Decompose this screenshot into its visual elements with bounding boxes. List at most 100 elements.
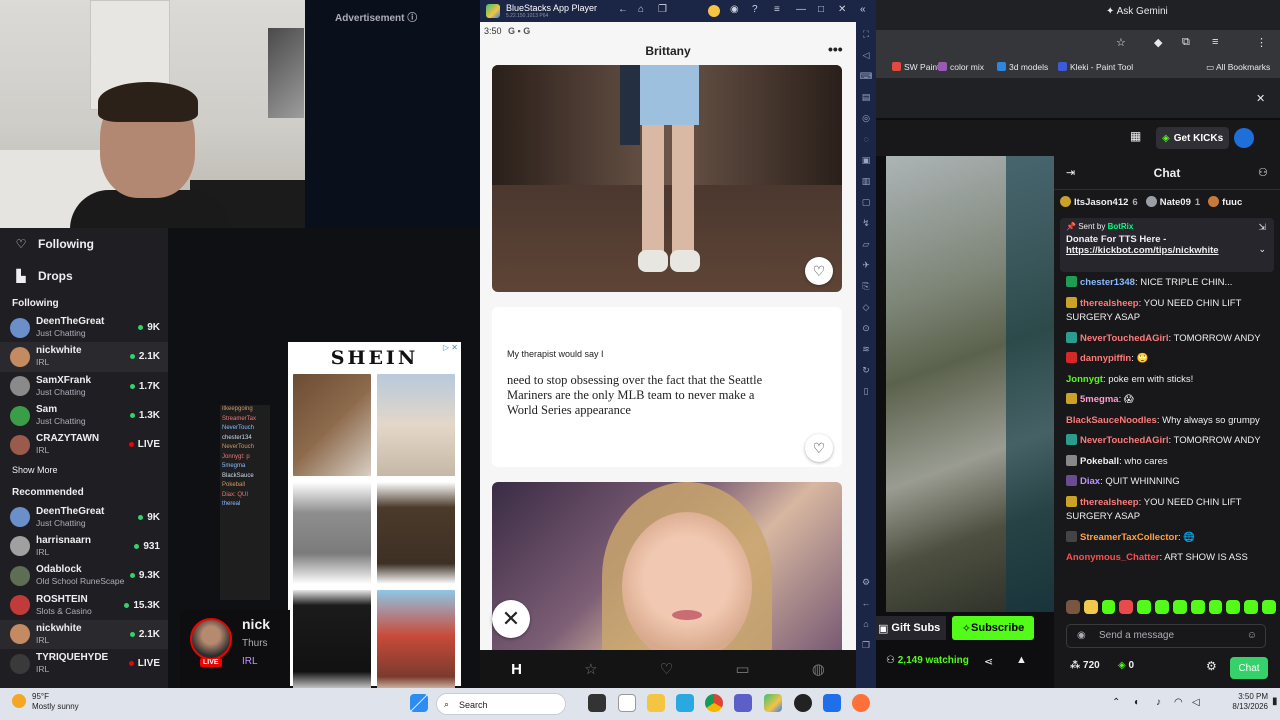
chat-settings-icon[interactable]: ⚙ [1206, 659, 1217, 673]
channel-row[interactable]: nickwhite IRL 2.1K [0, 619, 168, 649]
channel-row[interactable]: Sam Just Chatting 1.3K [0, 401, 168, 430]
subscribe-button[interactable]: ✧ Subscribe [952, 616, 1034, 640]
emote[interactable] [1101, 600, 1116, 614]
microphone-icon[interactable]: ♪ [1156, 697, 1161, 708]
recents-icon[interactable]: ❐ [862, 639, 870, 651]
chat-username[interactable]: therealsheep [1080, 497, 1139, 508]
bookmark-item[interactable]: SW Paint [892, 62, 939, 72]
pinned-sender[interactable]: BotRix [1108, 222, 1134, 231]
like-photo-button[interactable]: ♡ [805, 257, 833, 285]
sidebar-icon[interactable]: ▯ [864, 385, 869, 397]
leaderboard-entry[interactable]: Nate09 1 [1145, 196, 1200, 208]
nav-drops[interactable]: ▙ Drops [0, 260, 168, 292]
firefox-icon[interactable] [852, 694, 870, 712]
notification-icon[interactable]: ▮ [1272, 696, 1278, 707]
emote[interactable] [1190, 600, 1205, 614]
volume-tray-icon[interactable]: ◁ [1192, 697, 1200, 708]
stream-category[interactable]: IRL [242, 656, 258, 667]
weather-widget[interactable]: 95°F Mostly sunny [12, 692, 79, 712]
nav-standouts-icon[interactable]: ☆ [584, 660, 597, 678]
ad-product-shirt[interactable] [293, 590, 371, 692]
emote[interactable] [1226, 600, 1241, 614]
file-explorer-icon[interactable] [647, 694, 665, 712]
emote[interactable] [1066, 600, 1080, 614]
chat-username[interactable]: NeverTouchedAGirl [1080, 333, 1169, 344]
channel-row[interactable]: Odablock Old School RuneScape 9.3K [0, 561, 168, 590]
ad-product-belt[interactable] [293, 374, 371, 476]
location-icon[interactable]: ⊙ [862, 322, 870, 334]
notes-icon[interactable] [734, 694, 752, 712]
emote[interactable] [1172, 600, 1187, 614]
home-icon[interactable]: ⌂ [638, 4, 644, 15]
emote[interactable] [1137, 600, 1152, 614]
wifi-icon[interactable]: ◠ [1174, 697, 1183, 708]
streamer-name[interactable]: nick [242, 616, 270, 632]
channel-row[interactable]: SamXFrank Just Chatting 1.7K [0, 372, 168, 401]
emote[interactable] [1155, 600, 1169, 614]
emote[interactable] [1244, 600, 1259, 614]
expand-chevron-icon[interactable]: ⌄ [1258, 244, 1266, 255]
collapse-sidebar-icon[interactable]: « [860, 4, 866, 15]
streamer-avatar[interactable] [190, 618, 232, 660]
extension-icon[interactable]: ◆ [1154, 36, 1162, 49]
kicks-display[interactable]: ◈ 0 [1118, 660, 1134, 671]
channel-row[interactable]: TYRIQUEHYDE IRL LIVE [0, 649, 168, 678]
address-bar[interactable]: ☆ ◆ ⧉ ≡ ⋮ [876, 30, 1280, 56]
bluestacks-taskbar-icon[interactable] [764, 694, 782, 712]
settings-icon[interactable]: ⚙ [862, 576, 870, 588]
profile-photo-2[interactable] [492, 482, 842, 672]
send-chat-button[interactable]: Chat [1230, 657, 1268, 679]
profile-photo-1[interactable]: ♡ [492, 65, 842, 292]
eco-icon[interactable]: ◇ [863, 301, 870, 313]
show-more-link[interactable]: Show More [0, 459, 168, 481]
airplane-icon[interactable]: ✈ [862, 259, 870, 271]
obs-icon[interactable] [794, 694, 812, 712]
channel-row[interactable]: DeenTheGreat Just Chatting 9K [0, 313, 168, 342]
gamepad-icon[interactable]: ▤ [862, 91, 871, 103]
nav-following[interactable]: ♡ Following [0, 228, 168, 260]
ask-gemini-button[interactable]: ✦ Ask Gemini [1106, 6, 1168, 17]
keyboard-icon[interactable]: ⌨ [860, 70, 873, 82]
emoji-icon[interactable]: ☺ [1247, 630, 1257, 641]
like-prompt-button[interactable]: ♡ [805, 434, 833, 462]
pinned-link[interactable]: https://kickbot.com/tips/nickwhite [1066, 245, 1268, 256]
close-icon[interactable]: ✕ [838, 4, 846, 15]
chrome-icon[interactable] [705, 694, 723, 712]
bookmark-item[interactable]: Kleki - Paint Tool [1058, 62, 1133, 72]
channel-row[interactable]: ROSHTEIN Slots & Casino 15.3K [0, 590, 168, 619]
ad-product-swimwear[interactable] [377, 374, 455, 476]
chat-username[interactable]: Diax [1080, 476, 1100, 487]
emote[interactable] [1083, 600, 1098, 614]
fullscreen-icon[interactable]: ⛶ [863, 28, 869, 40]
layout-icon[interactable]: ▦ [1130, 129, 1141, 143]
gift-subs-button[interactable]: ▣ Gift Subs [876, 616, 946, 640]
skip-profile-button[interactable]: ✕ [492, 600, 530, 638]
ad-close-icon[interactable]: ▷ ✕ [443, 343, 458, 352]
emote[interactable] [1262, 600, 1276, 614]
ad-product-outfit[interactable] [377, 590, 455, 692]
channel-row[interactable]: DeenTheGreat Just Chatting 9K [0, 502, 168, 531]
share-icon[interactable]: ⋖ [984, 655, 993, 668]
bluestacks-titlebar[interactable]: BlueStacks App Player 5.22.150.1013 P64 … [480, 0, 876, 22]
report-icon[interactable]: ▲ [1016, 654, 1027, 666]
layers-icon[interactable]: ≋ [862, 343, 870, 355]
emote[interactable] [1119, 600, 1134, 614]
ad-product-cargo[interactable] [377, 482, 455, 584]
chat-username[interactable]: StreamerTaxCollector [1080, 532, 1178, 543]
volume-icon[interactable]: ◁ [863, 49, 870, 61]
help-icon[interactable]: ? [752, 4, 758, 15]
chat-username[interactable]: 5megma [1080, 394, 1119, 405]
notepad-icon[interactable] [618, 694, 636, 712]
media-icon[interactable]: ▥ [862, 175, 871, 187]
chat-username[interactable]: Anonymous_Chatter [1066, 552, 1159, 563]
minimize-icon[interactable]: — [796, 4, 806, 15]
maximize-icon[interactable]: □ [818, 4, 824, 15]
ad-product-pants[interactable] [293, 482, 371, 584]
user-avatar[interactable] [1234, 128, 1254, 148]
account-icon[interactable]: ◉ [730, 4, 739, 15]
taskbar-clock[interactable]: 3:50 PM 8/13/2026 [1218, 692, 1268, 712]
nav-likes-icon[interactable]: ♡ [660, 660, 673, 678]
leaderboard-entry[interactable]: fuuc [1208, 196, 1246, 208]
points-display[interactable]: ⁂ 720 [1070, 660, 1100, 671]
channel-row[interactable]: harrisnaarn IRL 931 [0, 532, 168, 561]
